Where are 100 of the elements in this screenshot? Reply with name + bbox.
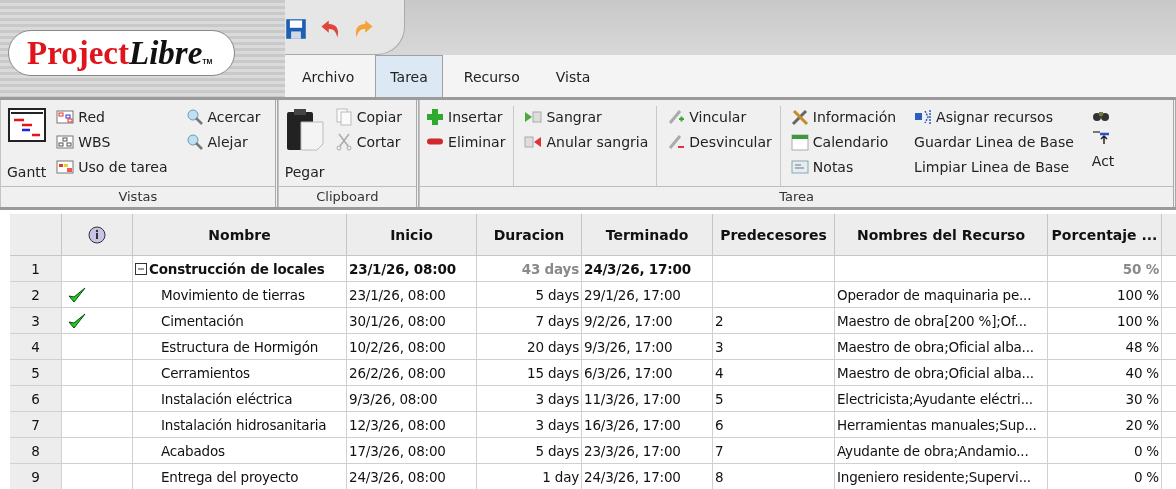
ribbon-button[interactable]: Asignar recursos xyxy=(914,106,1074,127)
assign-icon xyxy=(914,107,933,126)
ribbon-large-button[interactable]: Pegar xyxy=(284,106,325,180)
ribbon-button[interactable]: Alejar xyxy=(185,131,261,152)
hierarchy-icon xyxy=(56,132,75,151)
group-title: Clipboard xyxy=(278,186,417,207)
network-icon xyxy=(56,107,75,126)
column-header[interactable]: Duracion xyxy=(477,214,582,256)
table-cell: 3 xyxy=(713,334,835,360)
ribbon-button[interactable]: Cortar xyxy=(334,131,403,152)
table-cell: 16/3/26, 17:00 xyxy=(582,412,713,438)
column-header[interactable]: Nombres del Recurso xyxy=(835,214,1048,256)
group-title: Vistas xyxy=(1,186,275,207)
ribbon-button[interactable]: Acercar xyxy=(185,106,261,127)
ribbon-button[interactable]: Eliminar xyxy=(426,131,506,152)
table-cell: 2 xyxy=(713,308,835,334)
table-cell: 43 days xyxy=(477,256,582,282)
task-name: Movimiento de tierras xyxy=(161,286,305,303)
table-cell: 30/1/26, 08:00 xyxy=(347,308,477,334)
collapse-icon[interactable] xyxy=(135,262,147,275)
task-name: Estructura de Hormigón xyxy=(161,338,319,355)
table-cell: Herramientas manuales;Sup... xyxy=(835,412,1048,438)
ribbon-button[interactable]: Uso de tarea xyxy=(56,156,168,177)
ribbon-button[interactable]: Act xyxy=(1091,150,1115,171)
table-cell: 17/3/26, 08:00 xyxy=(347,438,477,464)
row-number: 9 xyxy=(10,464,62,489)
table-cell: 100 % xyxy=(1048,282,1162,308)
row-number: 6 xyxy=(10,386,62,412)
link-icon xyxy=(667,107,686,126)
table-cell: 7 xyxy=(713,438,835,464)
table-cell: 24/3/26, 17:00 xyxy=(582,464,713,489)
ribbon-button[interactable]: Vincular xyxy=(667,106,772,127)
row-number: 2 xyxy=(10,282,62,308)
notes-icon xyxy=(790,157,809,176)
column-header[interactable]: Predecesores xyxy=(713,214,835,256)
column-header[interactable]: Nombre xyxy=(133,214,347,256)
column-header[interactable]: Inicio xyxy=(347,214,477,256)
ribbon-tab[interactable]: Archivo xyxy=(287,55,370,97)
zoom-in-icon xyxy=(185,107,204,126)
table-cell: 9/3/26, 17:00 xyxy=(582,334,713,360)
ribbon-button[interactable]: WBS xyxy=(56,131,168,152)
ribbon-button[interactable]: Guardar Linea de Base xyxy=(914,131,1074,152)
table-cell: 23/3/26, 17:00 xyxy=(582,438,713,464)
task-name: Instalación hidrosanitaria xyxy=(161,416,327,433)
table-cell: 100 % xyxy=(1048,308,1162,334)
table-cell: 0 % xyxy=(1048,438,1162,464)
table-cell: 11/3/26, 17:00 xyxy=(582,386,713,412)
task-name: Cimentación xyxy=(161,312,244,329)
task-name: Instalación eléctrica xyxy=(161,390,293,407)
row-number: 1 xyxy=(10,256,62,282)
calendar-icon xyxy=(790,132,809,151)
table-cell: 9/2/26, 17:00 xyxy=(582,308,713,334)
clipboard-icon xyxy=(284,108,325,152)
info-icon xyxy=(88,225,106,244)
table-cell: Maestro de obra[200 %];Of... xyxy=(835,308,1048,334)
plus-icon xyxy=(426,107,445,126)
table-cell: 29/1/26, 17:00 xyxy=(582,282,713,308)
table-cell: Operador de maquinaria pe... xyxy=(835,282,1048,308)
ribbon-button[interactable]: Insertar xyxy=(426,106,506,127)
table-cell: 24/3/26, 08:00 xyxy=(347,464,477,489)
table-cell: 6 xyxy=(713,412,835,438)
table-cell: 24/3/26, 17:00 xyxy=(582,256,713,282)
filter-icon xyxy=(1091,128,1110,146)
ribbon-button[interactable]: Desvincular xyxy=(667,131,772,152)
ribbon-button[interactable]: Anular sangria xyxy=(524,131,649,152)
ribbon-button[interactable]: Limpiar Linea de Base xyxy=(914,156,1074,177)
ribbon-button[interactable]: Sangrar xyxy=(524,106,649,127)
row-number: 4 xyxy=(10,334,62,360)
table-cell: 15 days xyxy=(477,360,582,386)
ribbon-large-button[interactable]: Gantt xyxy=(7,106,47,180)
minus-icon xyxy=(426,138,445,145)
zoom-out-icon xyxy=(185,132,204,151)
row-number: 3 xyxy=(10,308,62,334)
ribbon-button[interactable]: Calendario xyxy=(790,131,897,152)
table-cell: Maestro de obra;Oficial alba... xyxy=(835,334,1048,360)
task-name: Cerramientos xyxy=(161,364,250,381)
table-cell: Maestro de obra;Oficial alba... xyxy=(835,360,1048,386)
row-number: 5 xyxy=(10,360,62,386)
table-cell: Ingeniero residente;Supervi... xyxy=(835,464,1048,489)
row-number: 8 xyxy=(10,438,62,464)
table-cell: 3 days xyxy=(477,386,582,412)
tools-icon xyxy=(790,107,809,126)
column-header[interactable]: Terminado xyxy=(582,214,713,256)
row-number: 7 xyxy=(10,412,62,438)
table-cell: 40 % xyxy=(1048,360,1162,386)
ribbon-button[interactable]: Copiar xyxy=(334,106,403,127)
column-header[interactable]: Porcentaje ... xyxy=(1048,214,1162,256)
table-cell: 30 % xyxy=(1048,386,1162,412)
ribbon-button[interactable]: Notas xyxy=(790,156,897,177)
usage-grid-icon xyxy=(56,157,75,176)
table-cell: 8 xyxy=(713,464,835,489)
ribbon-tab[interactable]: Vista xyxy=(540,55,606,97)
ribbon-button[interactable]: Información xyxy=(790,106,897,127)
ribbon-tab[interactable]: Tarea xyxy=(375,55,443,97)
table-cell: 3 days xyxy=(477,412,582,438)
table-cell: 5 days xyxy=(477,282,582,308)
table-cell: 4 xyxy=(713,360,835,386)
ribbon-button[interactable]: Red xyxy=(56,106,168,127)
ribbon-tab[interactable]: Recurso xyxy=(448,55,535,97)
task-name: Acabados xyxy=(161,442,225,459)
